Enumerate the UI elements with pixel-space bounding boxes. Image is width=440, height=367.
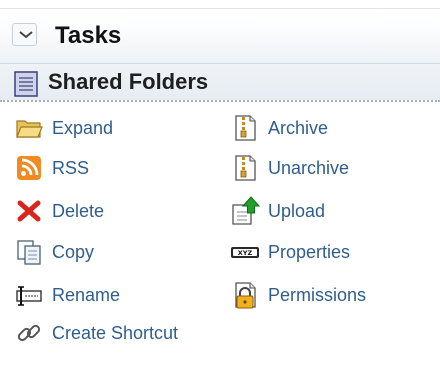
- section-divider: [0, 100, 440, 102]
- expand-link[interactable]: Expand: [14, 113, 113, 143]
- copy-label: Copy: [52, 242, 95, 262]
- tasks-title: Tasks: [55, 22, 122, 49]
- delete-x-icon: [17, 200, 41, 222]
- copy-link[interactable]: Copy: [14, 237, 94, 267]
- upload-arrow-icon: [232, 196, 260, 225]
- document-icon: [14, 71, 38, 97]
- unarchive-label: Unarchive: [268, 158, 350, 178]
- upload-link[interactable]: Upload: [230, 196, 325, 226]
- svg-text:XYZ: XYZ: [238, 249, 253, 257]
- tasks-panel: Tasks Shared Folders Expand RSS Delete C…: [0, 0, 440, 367]
- xyz-properties-icon: XYZ: [231, 247, 259, 258]
- archive-label: Archive: [268, 118, 329, 138]
- copy-icon: [17, 240, 41, 265]
- delete-link[interactable]: Delete: [14, 196, 104, 226]
- rename-icon: [16, 286, 42, 306]
- unarchive-link[interactable]: Unarchive: [230, 153, 349, 183]
- collapse-button[interactable]: [12, 23, 37, 46]
- rename-link[interactable]: Rename: [14, 280, 120, 310]
- lock-document-icon: [235, 282, 256, 309]
- folder-open-icon: [16, 120, 43, 138]
- permissions-link[interactable]: Permissions: [230, 280, 366, 310]
- upload-label: Upload: [268, 201, 326, 221]
- properties-link[interactable]: XYZ Properties: [230, 237, 350, 267]
- tasks-header: Tasks: [0, 8, 440, 63]
- permissions-label: Permissions: [268, 285, 367, 305]
- expand-label: Expand: [52, 118, 114, 138]
- zip-file-icon: [235, 115, 256, 141]
- rss-link[interactable]: RSS: [14, 153, 89, 183]
- rss-label: RSS: [52, 158, 90, 178]
- rss-icon: [17, 156, 41, 180]
- archive-link[interactable]: Archive: [230, 113, 328, 143]
- top-strip: [0, 0, 440, 8]
- properties-label: Properties: [268, 242, 351, 262]
- create-shortcut-label: Create Shortcut: [52, 323, 179, 343]
- create-shortcut-link[interactable]: Create Shortcut: [14, 318, 178, 348]
- section-title: Shared Folders: [48, 69, 209, 94]
- rename-label: Rename: [52, 285, 121, 305]
- chain-link-icon: [17, 324, 41, 342]
- delete-label: Delete: [52, 201, 105, 221]
- chevron-down-icon: [19, 31, 33, 39]
- zip-file-icon: [235, 155, 256, 181]
